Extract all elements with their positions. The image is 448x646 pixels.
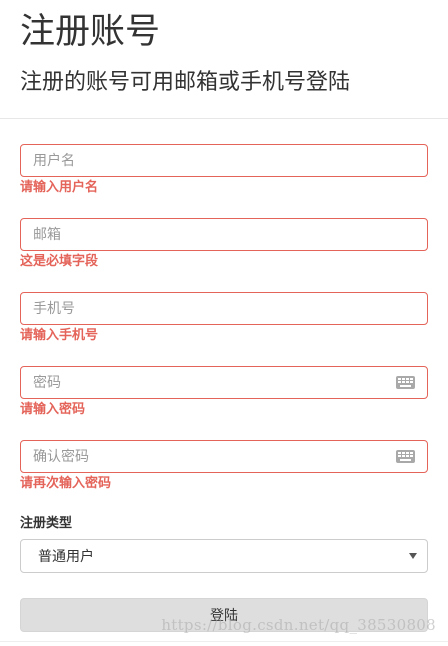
register-type-value: 普通用户 [38, 549, 94, 565]
confirm-password-input[interactable] [21, 441, 427, 472]
email-field [20, 218, 428, 251]
phone-input[interactable] [21, 293, 427, 324]
register-type-select[interactable]: 普通用户 [20, 539, 428, 573]
email-input[interactable] [21, 219, 427, 250]
header-divider [0, 118, 448, 119]
username-field [20, 144, 428, 177]
watermark: https://blog.csdn.net/qq_38530808 [161, 616, 436, 634]
email-error: 这是必填字段 [20, 254, 99, 269]
keyboard-icon[interactable] [396, 376, 415, 389]
page-title: 注册账号 [20, 12, 161, 52]
username-error: 请输入用户名 [20, 180, 99, 195]
confirm-password-field [20, 440, 428, 473]
register-type-label: 注册类型 [20, 516, 73, 531]
phone-field [20, 292, 428, 325]
page-subtitle: 注册的账号可用邮箱或手机号登陆 [20, 70, 351, 95]
password-error: 请输入密码 [20, 402, 86, 417]
confirm-password-error: 请再次输入密码 [20, 476, 112, 491]
keyboard-icon[interactable] [396, 450, 415, 463]
password-input[interactable] [21, 367, 427, 398]
register-page: 注册账号 注册的账号可用邮箱或手机号登陆 请输入用户名 这是必填字段 请输入手机… [0, 0, 448, 646]
bottom-divider [0, 641, 448, 642]
phone-error: 请输入手机号 [20, 328, 99, 343]
username-input[interactable] [21, 145, 427, 176]
password-field [20, 366, 428, 399]
caret-down-icon [409, 553, 417, 559]
